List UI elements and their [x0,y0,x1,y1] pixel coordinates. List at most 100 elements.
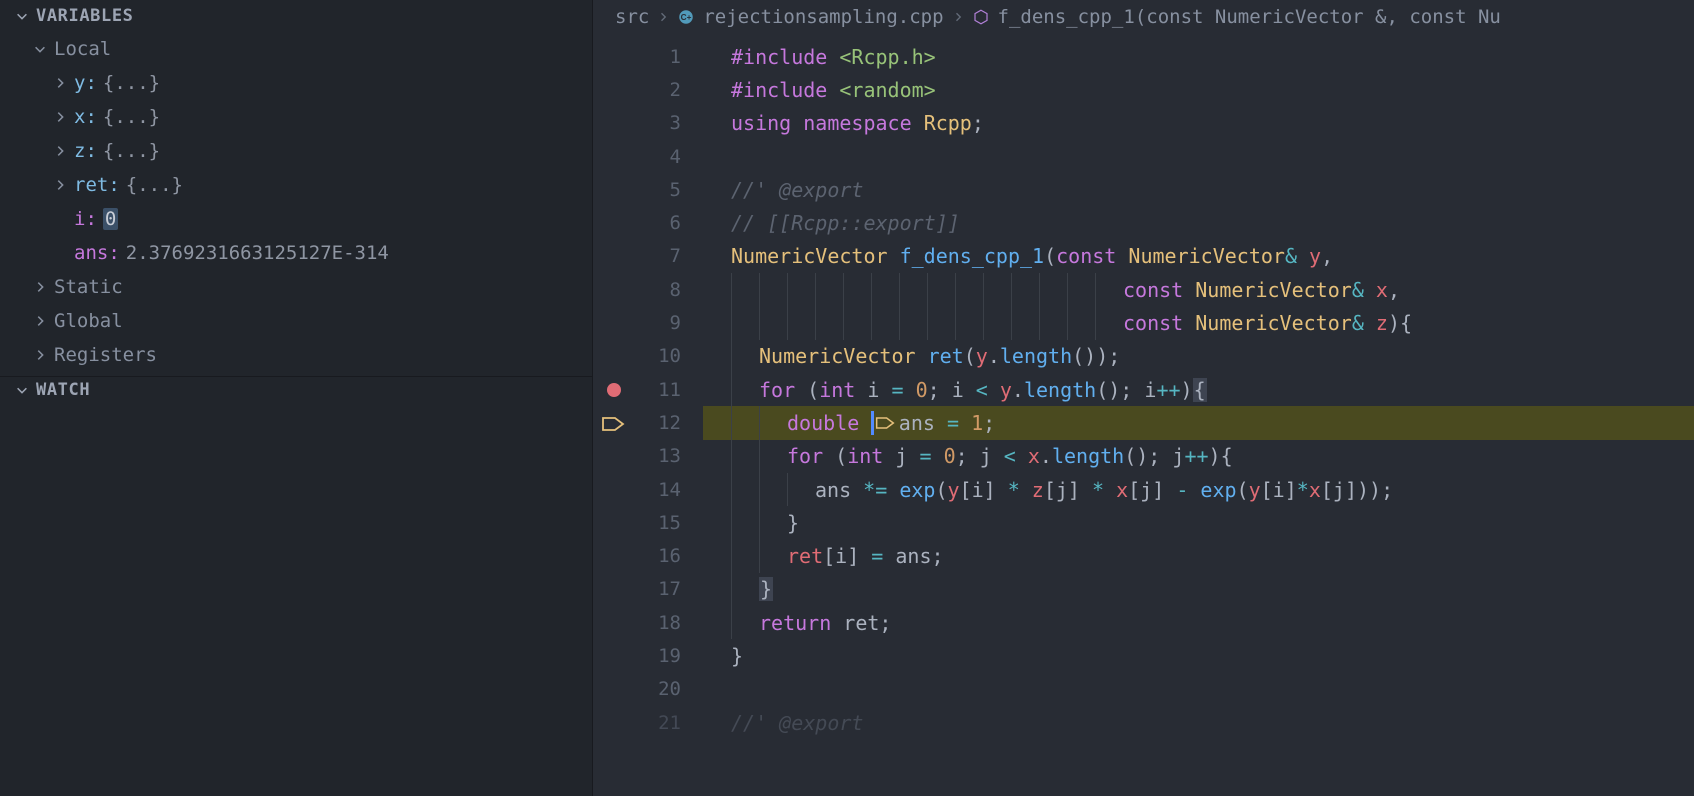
code-line[interactable]: NumericVector f_dens_cpp_1(const Numeric… [703,240,1694,273]
gutter-line[interactable]: 6 [593,206,703,239]
code-line[interactable] [703,673,1694,706]
gutter-line[interactable]: 14 [593,473,703,506]
variables-label: VARIABLES [36,6,134,26]
code-line[interactable]: for (int j = 0; j < x.length(); j++){ [703,440,1694,473]
chevron-right-icon [952,6,964,28]
scope-global-label: Global [54,310,123,332]
variable-value: 0 [103,208,118,230]
gutter-line[interactable]: 19 [593,639,703,672]
code-line[interactable]: NumericVector ret(y.length()); [703,340,1694,373]
chevron-right-icon [657,6,669,28]
gutter-line[interactable]: 9 [593,306,703,339]
gutter-line[interactable]: 10 [593,340,703,373]
gutter-line[interactable]: 4 [593,140,703,173]
breadcrumb-file[interactable]: rejectionsampling.cpp [703,6,943,28]
code-line[interactable]: // [[Rcpp::export]] [703,206,1694,239]
gutter-line[interactable]: 15 [593,506,703,539]
scope-static[interactable]: Static [0,270,592,304]
code-line[interactable]: } [703,639,1694,672]
variable-row[interactable]: z: {...} [0,134,592,168]
code-line[interactable]: } [703,573,1694,606]
scope-registers[interactable]: Registers [0,338,592,372]
scope-global[interactable]: Global [0,304,592,338]
code-line[interactable]: for (int i = 0; i < y.length(); i++){ [703,373,1694,406]
gutter-line[interactable]: 1 [593,40,703,73]
chevron-right-icon [52,143,68,159]
code-line[interactable]: #include <random> [703,73,1694,106]
chevron-right-icon [32,347,48,363]
gutter-line[interactable]: 11 [593,373,703,406]
gutter-line[interactable]: 7 [593,240,703,273]
chevron-right-icon [52,109,68,125]
gutter-line[interactable]: 18 [593,606,703,639]
code-line[interactable]: //' @export [703,706,1694,739]
code-line[interactable]: using namespace Rcpp; [703,107,1694,140]
code-line[interactable]: return ret; [703,606,1694,639]
text-cursor [871,411,874,435]
chevron-right-icon [32,279,48,295]
code-line[interactable]: double ans = 1; [703,406,1694,439]
editor-pane: src C+ rejectionsampling.cpp f_dens_cpp_… [593,0,1694,796]
chevron-right-icon [32,313,48,329]
variable-row[interactable]: x: {...} [0,100,592,134]
chevron-down-icon [32,41,48,57]
code-line[interactable] [703,140,1694,173]
watch-label: WATCH [36,380,90,400]
cpp-file-icon: C+ [677,8,695,26]
gutter-line[interactable]: 20 [593,673,703,706]
gutter-line[interactable]: 16 [593,539,703,572]
variable-name: ret: [74,174,120,196]
scope-registers-label: Registers [54,344,157,366]
app-root: VARIABLES Local y: {...}x: {...}z: {...}… [0,0,1694,796]
code-line[interactable]: #include <Rcpp.h> [703,40,1694,73]
variable-row[interactable]: y: {...} [0,66,592,100]
variable-name: ans: [74,242,120,264]
variable-value: {...} [126,174,183,196]
symbol-function-icon [972,8,990,26]
gutter-line[interactable]: 17 [593,573,703,606]
variable-value: {...} [103,140,160,162]
gutter-line[interactable]: 5 [593,173,703,206]
svg-text:C+: C+ [681,13,692,22]
chevron-down-icon [14,382,30,398]
variable-name: x: [74,106,97,128]
scope-local-label: Local [54,38,111,60]
code-line[interactable]: } [703,506,1694,539]
watch-section-header[interactable]: WATCH [0,376,592,406]
gutter-line[interactable]: 13 [593,440,703,473]
breadcrumbs[interactable]: src C+ rejectionsampling.cpp f_dens_cpp_… [593,0,1694,36]
variable-name: y: [74,72,97,94]
variable-value: {...} [103,106,160,128]
variable-row[interactable]: i: 0 [0,202,592,236]
code-line[interactable]: ret[i] = ans; [703,539,1694,572]
variable-row[interactable]: ans: 2.3769231663125127E-314 [0,236,592,270]
debug-sidebar: VARIABLES Local y: {...}x: {...}z: {...}… [0,0,593,796]
variable-name: z: [74,140,97,162]
execution-pointer-icon [601,415,625,431]
gutter-line[interactable]: 2 [593,73,703,106]
code-lines[interactable]: #include <Rcpp.h>#include <random>using … [703,36,1694,796]
code-line[interactable]: //' @export [703,173,1694,206]
chevron-right-icon [52,177,68,193]
variable-row[interactable]: ret: {...} [0,168,592,202]
variable-name: i: [74,208,97,230]
gutter-line[interactable]: 12 [593,406,703,439]
chevron-down-icon [14,8,30,24]
variable-value: 2.3769231663125127E-314 [126,242,389,264]
execution-pointer-inline-icon [875,416,895,430]
chevron-right-icon [52,75,68,91]
code-line[interactable]: ans *= exp(y[i] * z[j] * x[j] - exp(y[i]… [703,473,1694,506]
variables-section-header[interactable]: VARIABLES [0,0,592,32]
gutter[interactable]: 123456789101112131415161718192021 [593,36,703,796]
scope-local[interactable]: Local [0,32,592,66]
code-line[interactable]: const NumericVector& z){ [703,306,1694,339]
scope-static-label: Static [54,276,123,298]
code-area[interactable]: 123456789101112131415161718192021 #inclu… [593,36,1694,796]
breadcrumb-symbol[interactable]: f_dens_cpp_1(const NumericVector &, cons… [998,6,1501,28]
gutter-line[interactable]: 3 [593,107,703,140]
gutter-line[interactable]: 8 [593,273,703,306]
breadcrumb-folder[interactable]: src [615,6,649,28]
code-line[interactable]: const NumericVector& x, [703,273,1694,306]
breakpoint-icon[interactable] [607,383,621,397]
gutter-line[interactable]: 21 [593,706,703,739]
